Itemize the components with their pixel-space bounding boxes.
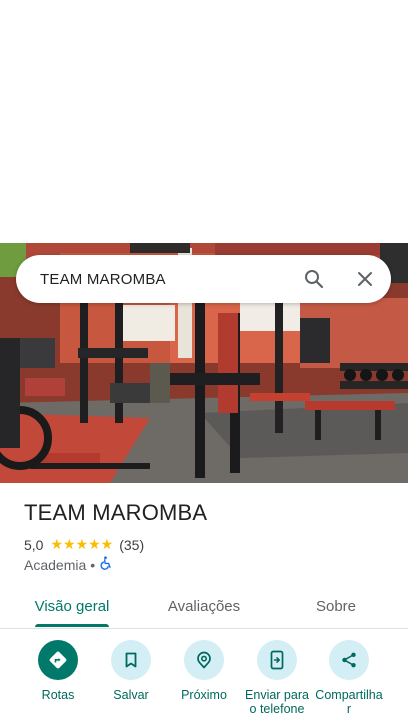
tab-overview[interactable]: Visão geral <box>20 584 124 628</box>
save-button[interactable]: Salvar <box>91 640 171 702</box>
category-row: Academia • <box>24 556 113 573</box>
share-label: Compartilhar <box>315 688 383 716</box>
search-input[interactable]: TEAM MAROMBA <box>40 271 302 288</box>
active-tab-indicator <box>35 624 109 627</box>
map-blank-area <box>0 0 408 243</box>
close-icon[interactable] <box>353 267 377 291</box>
search-icon[interactable] <box>302 267 326 291</box>
review-count[interactable]: (35) <box>119 537 144 553</box>
search-bar[interactable]: TEAM MAROMBA <box>16 255 391 303</box>
wheelchair-accessible-icon <box>99 556 113 573</box>
send-to-phone-icon <box>257 640 297 680</box>
nearby-button[interactable]: Próximo <box>164 640 244 702</box>
nearby-icon <box>184 640 224 680</box>
share-button[interactable]: Compartilhar <box>309 640 389 716</box>
place-category: Academia <box>24 556 87 573</box>
directions-button[interactable]: Rotas <box>18 640 98 702</box>
send-to-phone-button[interactable]: Enviar para o telefone <box>237 640 317 716</box>
place-title: TEAM MAROMBA <box>24 500 208 525</box>
place-tabs: Visão geral Avaliações Sobre <box>0 584 408 629</box>
nearby-label: Próximo <box>181 688 227 702</box>
share-icon <box>329 640 369 680</box>
tab-about[interactable]: Sobre <box>284 584 388 628</box>
rating-value: 5,0 <box>24 536 44 553</box>
action-buttons: Rotas Salvar Próximo Enviar para o telef… <box>0 640 408 726</box>
directions-icon <box>38 640 78 680</box>
directions-label: Rotas <box>41 688 75 702</box>
separator-dot: • <box>90 556 96 573</box>
save-label: Salvar <box>113 688 149 702</box>
rating-row[interactable]: 5,0 ★★★★★ (35) <box>24 536 144 553</box>
star-rating: ★★★★★ <box>50 536 114 552</box>
bookmark-icon <box>111 640 151 680</box>
send-to-phone-label: Enviar para o telefone <box>245 688 309 716</box>
tab-reviews[interactable]: Avaliações <box>152 584 256 628</box>
